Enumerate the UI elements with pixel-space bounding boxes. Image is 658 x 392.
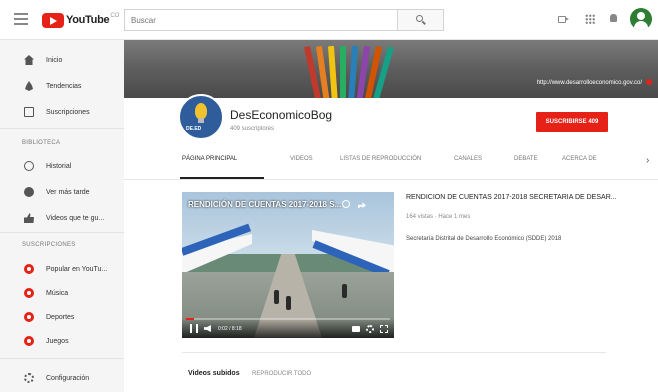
tab-channels[interactable]: CANALES: [454, 156, 482, 162]
sidebar-item-trending[interactable]: Tendencias: [0, 76, 124, 96]
tab-home[interactable]: PÁGINA PRINCIPAL: [182, 156, 237, 162]
trending-icon: [25, 81, 33, 91]
player-controls: [182, 318, 394, 338]
channel-avatar[interactable]: DE.ED: [178, 94, 224, 140]
main-content: RENDICIÓN DE CUENTAS 2017-2018 S... 0:02…: [124, 180, 658, 392]
sidebar-item-label: Inicio: [46, 56, 63, 64]
notifications-bell-icon[interactable]: [610, 14, 617, 22]
tab-playlists[interactable]: LISTAS DE REPRODUCCIÓN: [340, 156, 421, 162]
search-input[interactable]: [125, 10, 397, 30]
subtitles-icon[interactable]: [352, 326, 360, 332]
channel-name: DesEconomicoBog: [230, 108, 333, 122]
featured-video-title[interactable]: RENDICION DE CUENTAS 2017-2018 SECRETARI…: [406, 194, 646, 201]
time-display: 0:02 / 8:18: [218, 326, 242, 332]
banner-link[interactable]: http://www.desarrolloeconomico.gov.co/: [537, 80, 642, 86]
divider: [0, 358, 124, 359]
sidebar-item-gaming[interactable]: Juegos: [0, 331, 124, 351]
tab-videos[interactable]: VIDEOS: [290, 156, 313, 162]
watch-later-icon: [24, 187, 34, 197]
divider: [0, 232, 124, 233]
lightbulb-icon: [195, 103, 207, 119]
sidebar-item-popular[interactable]: Popular en YouTu...: [0, 259, 124, 279]
search-button[interactable]: [397, 10, 443, 30]
watch-later-icon[interactable]: [342, 200, 350, 208]
featured-video-meta: 164 vistas · Hace 1 mes: [406, 214, 471, 220]
tab-about[interactable]: ACERCA DE: [562, 156, 597, 162]
sidebar-item-liked-videos[interactable]: Videos que te gu...: [0, 208, 124, 228]
sidebar-item-label: Popular en YouTu...: [46, 265, 108, 273]
top-bar: YouTube CO: [0, 0, 658, 40]
active-tab-indicator: [180, 177, 264, 179]
channel-banner: http://www.desarrolloeconomico.gov.co/: [124, 40, 658, 98]
sidebar-item-history[interactable]: Historial: [0, 156, 124, 176]
sidebar-item-label: Deportes: [46, 313, 75, 321]
history-icon: [24, 161, 34, 171]
sidebar-item-label: Juegos: [46, 337, 69, 345]
sidebar-item-label: Historial: [46, 162, 72, 170]
gaming-channel-icon: [24, 336, 34, 346]
section-title-library: BIBLIOTECA: [22, 140, 61, 146]
subscribe-button[interactable]: SUSCRIBIRSE 409: [536, 112, 608, 132]
pause-icon[interactable]: [190, 324, 198, 333]
banner-link-icon[interactable]: [646, 79, 652, 85]
chevron-right-icon[interactable]: ›: [646, 155, 649, 166]
gear-icon: [24, 373, 34, 383]
subscriber-count: 409 suscriptores: [230, 126, 275, 132]
player-video-title[interactable]: RENDICIÓN DE CUENTAS 2017-2018 S...: [188, 200, 341, 209]
play-all-button[interactable]: REPRODUCIR TODO: [252, 371, 311, 377]
fullscreen-icon[interactable]: [380, 325, 388, 333]
section-title-subscriptions: SUSCRIPCIONES: [22, 242, 76, 248]
sidebar-item-watch-later[interactable]: Ver más tarde: [0, 182, 124, 202]
search-icon: [416, 15, 423, 22]
sidebar-item-label: Tendencias: [46, 82, 82, 90]
subscriptions-icon: [24, 107, 34, 117]
sports-channel-icon: [24, 312, 34, 322]
home-icon: [24, 55, 34, 65]
popular-channel-icon: [24, 264, 34, 274]
logo-country: CO: [110, 13, 120, 19]
sidebar: Inicio Tendencias Suscripciones BIBLIOTE…: [0, 40, 124, 392]
sidebar-item-label: Ver más tarde: [46, 188, 90, 196]
liked-videos-icon: [24, 213, 34, 223]
avatar-tag: DE.ED: [186, 126, 202, 132]
music-channel-icon: [24, 288, 34, 298]
search-box: [124, 9, 444, 31]
logo-text: YouTube: [66, 14, 110, 26]
uploads-section-title[interactable]: Videos subidos: [188, 370, 240, 377]
upload-video-icon[interactable]: [558, 16, 569, 23]
apps-grid-icon[interactable]: [585, 14, 595, 24]
sidebar-item-subscriptions[interactable]: Suscripciones: [0, 102, 124, 122]
pencil-art: [347, 45, 359, 98]
divider: [182, 352, 606, 353]
sidebar-item-music[interactable]: Música: [0, 283, 124, 303]
menu-icon[interactable]: [14, 13, 28, 25]
featured-video-description: Secretaría Distrital de Desarrollo Econó…: [406, 236, 562, 242]
sidebar-item-home[interactable]: Inicio: [0, 50, 124, 70]
progress-bar[interactable]: [186, 318, 390, 320]
sidebar-item-label: Configuración: [46, 374, 90, 382]
sidebar-item-label: Videos que te gu...: [46, 214, 105, 222]
youtube-play-icon: [42, 12, 64, 28]
pencil-art: [340, 46, 346, 98]
video-player[interactable]: RENDICIÓN DE CUENTAS 2017-2018 S... 0:02…: [182, 192, 394, 338]
sidebar-item-settings[interactable]: Configuración: [0, 368, 124, 388]
sidebar-item-sports[interactable]: Deportes: [0, 307, 124, 327]
tab-discussion[interactable]: DEBATE: [514, 156, 538, 162]
pencil-art: [327, 45, 339, 98]
divider: [0, 128, 124, 129]
settings-gear-icon[interactable]: [366, 325, 374, 333]
channel-header: DE.ED DesEconomicoBog 409 suscriptores S…: [124, 94, 658, 180]
youtube-logo[interactable]: YouTube CO: [42, 11, 119, 29]
sidebar-item-label: Música: [46, 289, 69, 297]
account-avatar[interactable]: [630, 8, 652, 30]
sidebar-item-label: Suscripciones: [46, 108, 90, 116]
